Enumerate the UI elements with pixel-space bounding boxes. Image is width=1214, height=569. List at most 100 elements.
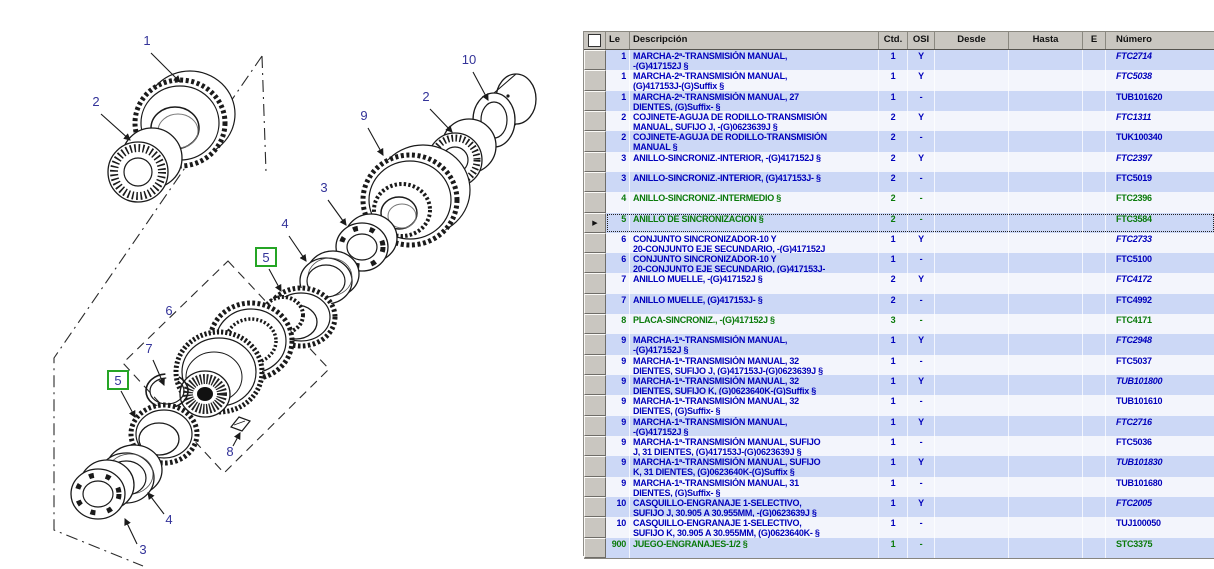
table-row[interactable]: 6 CONJUNTO SINCRONIZADOR-10 Y20-CONJUNTO… bbox=[584, 253, 1214, 273]
table-row[interactable]: 3 ANILLO-SINCRONIZ.-INTERIOR, (G)417153J… bbox=[584, 172, 1214, 192]
table-row[interactable]: 8 PLACA-SINCRONIZ., -(G)417152J § 3 - FT… bbox=[584, 314, 1214, 334]
table-row[interactable]: 9 MARCHA-1ª-TRANSMISIÓN MANUAL, 32DIENTE… bbox=[584, 395, 1214, 415]
table-row[interactable]: 9 MARCHA-1ª-TRANSMISIÓN MANUAL, 32DIENTE… bbox=[584, 375, 1214, 395]
cell-desde bbox=[935, 436, 1009, 456]
cell-hasta bbox=[1009, 233, 1083, 253]
table-row[interactable]: 9 MARCHA-1ª-TRANSMISIÓN MANUAL, 32DIENTE… bbox=[584, 355, 1214, 375]
callout-5[interactable]: 5 bbox=[256, 248, 281, 291]
record-selector[interactable] bbox=[584, 436, 606, 456]
header-desde[interactable]: Desde bbox=[935, 32, 1009, 49]
table-row[interactable]: 1 MARCHA-2ª-TRANSMISIÓN MANUAL, 27DIENTE… bbox=[584, 91, 1214, 111]
cell-ctd: 2 bbox=[879, 172, 908, 192]
cell-descripcion: CONJUNTO SINCRONIZADOR-10 Y20-CONJUNTO E… bbox=[630, 233, 879, 253]
record-selector[interactable] bbox=[584, 456, 606, 476]
table-row[interactable]: 9 MARCHA-1ª-TRANSMISIÓN MANUAL, SUFIJOK,… bbox=[584, 456, 1214, 476]
table-row[interactable]: 9 MARCHA-1ª-TRANSMISIÓN MANUAL,-(G)41715… bbox=[584, 334, 1214, 354]
callout-4[interactable]: 4 bbox=[281, 216, 306, 261]
cell-descripcion: MARCHA-2ª-TRANSMISIÓN MANUAL,(G)417153J-… bbox=[630, 70, 879, 90]
record-selector[interactable] bbox=[584, 416, 606, 436]
callout-3[interactable]: 3 bbox=[125, 519, 147, 557]
cell-osi: - bbox=[908, 477, 935, 497]
table-row[interactable]: 9 MARCHA-1ª-TRANSMISIÓN MANUAL, SUFIJOJ,… bbox=[584, 436, 1214, 456]
record-selector[interactable] bbox=[584, 497, 606, 517]
callout-leader-line bbox=[125, 519, 137, 544]
record-selector[interactable] bbox=[584, 334, 606, 354]
record-selector[interactable] bbox=[584, 375, 606, 395]
cell-desde bbox=[935, 152, 1009, 172]
header-le[interactable]: Le bbox=[606, 32, 630, 49]
cell-desde bbox=[935, 477, 1009, 497]
callout-8[interactable]: 8 bbox=[226, 433, 240, 459]
record-selector[interactable] bbox=[584, 314, 606, 334]
cell-le: 9 bbox=[606, 355, 630, 375]
header-e[interactable]: E bbox=[1083, 32, 1106, 49]
cell-e bbox=[1083, 355, 1106, 375]
cell-numero: TUB101610 bbox=[1106, 395, 1214, 415]
cell-descripcion: ANILLO-SINCRONIZ.-INTERIOR, -(G)417152J … bbox=[630, 152, 879, 172]
record-selector[interactable] bbox=[584, 294, 606, 314]
record-selector[interactable] bbox=[584, 395, 606, 415]
cell-e bbox=[1083, 416, 1106, 436]
header-descripcion[interactable]: Descripción bbox=[630, 32, 879, 49]
table-row[interactable]: 900 JUEGO-ENGRANAJES-1/2 § 1 - STC3375 bbox=[584, 538, 1214, 558]
table-row[interactable]: 9 MARCHA-1ª-TRANSMISIÓN MANUAL,-(G)41715… bbox=[584, 416, 1214, 436]
record-selector[interactable] bbox=[584, 172, 606, 192]
header-numero[interactable]: Número bbox=[1106, 32, 1214, 49]
cell-e bbox=[1083, 538, 1106, 558]
table-row[interactable]: 2 COJINETE-AGUJA DE RODILLO-TRANSMISIÓNM… bbox=[584, 111, 1214, 131]
cell-hasta bbox=[1009, 395, 1083, 415]
callout-4[interactable]: 4 bbox=[148, 493, 173, 527]
record-selector[interactable] bbox=[584, 538, 606, 558]
record-selector[interactable] bbox=[584, 477, 606, 497]
table-row[interactable]: 9 MARCHA-1ª-TRANSMISIÓN MANUAL, 31DIENTE… bbox=[584, 477, 1214, 497]
record-selector[interactable]: ▶ bbox=[584, 213, 606, 233]
table-row[interactable]: 7 ANILLO MUELLE, (G)417153J- § 2 - FTC49… bbox=[584, 294, 1214, 314]
callout-7[interactable]: 7 bbox=[145, 341, 164, 385]
record-selector[interactable] bbox=[584, 131, 606, 151]
cell-le: 5 bbox=[606, 213, 630, 233]
callout-2[interactable]: 2 bbox=[92, 94, 130, 140]
callout-2[interactable]: 2 bbox=[422, 89, 452, 132]
table-row[interactable]: 1 MARCHA-2ª-TRANSMISIÓN MANUAL,(G)417153… bbox=[584, 70, 1214, 90]
synchro-ring-3b-drawing bbox=[71, 460, 134, 519]
table-row[interactable]: 10 CASQUILLO-ENGRANAJE 1-SELECTIVO,SUFIJ… bbox=[584, 517, 1214, 537]
table-row[interactable]: 7 ANILLO MUELLE, -(G)417152J § 2 Y FTC41… bbox=[584, 273, 1214, 293]
record-selector[interactable] bbox=[584, 253, 606, 273]
header-hasta[interactable]: Hasta bbox=[1009, 32, 1083, 49]
cell-ctd: 2 bbox=[879, 111, 908, 131]
table-row[interactable]: 1 MARCHA-2ª-TRANSMISIÓN MANUAL,-(G)41715… bbox=[584, 50, 1214, 70]
callout-9[interactable]: 9 bbox=[360, 108, 383, 155]
table-row[interactable]: 2 COJINETE-AGUJA DE RODILLO-TRANSMISIÓNM… bbox=[584, 131, 1214, 151]
cell-le: 7 bbox=[606, 273, 630, 293]
callout-6[interactable]: 6 bbox=[165, 303, 172, 318]
record-selector[interactable] bbox=[584, 70, 606, 90]
cell-ctd: 1 bbox=[879, 477, 908, 497]
callout-5[interactable]: 5 bbox=[108, 371, 135, 417]
header-ctd[interactable]: Ctd. bbox=[879, 32, 908, 49]
select-all-checkbox[interactable] bbox=[588, 34, 601, 47]
record-selector[interactable] bbox=[584, 233, 606, 253]
cell-desde bbox=[935, 91, 1009, 111]
callout-3[interactable]: 3 bbox=[320, 180, 346, 225]
table-row[interactable]: 6 CONJUNTO SINCRONIZADOR-10 Y20-CONJUNTO… bbox=[584, 233, 1214, 253]
record-selector[interactable] bbox=[584, 111, 606, 131]
header-osi[interactable]: OSI bbox=[908, 32, 935, 49]
record-selector[interactable] bbox=[584, 91, 606, 111]
cell-ctd: 2 bbox=[879, 294, 908, 314]
table-row[interactable]: 3 ANILLO-SINCRONIZ.-INTERIOR, -(G)417152… bbox=[584, 152, 1214, 172]
table-row[interactable]: ▶ 5 ANILLO DE SINCRONIZACIÓN § 2 - FTC35… bbox=[584, 213, 1214, 233]
table-row[interactable]: 4 ANILLO-SINCRONIZ.-INTERMEDIO § 2 - FTC… bbox=[584, 192, 1214, 212]
cell-hasta bbox=[1009, 152, 1083, 172]
record-selector[interactable] bbox=[584, 50, 606, 70]
table-row[interactable]: 10 CASQUILLO-ENGRANAJE 1-SELECTIVO,SUFIJ… bbox=[584, 497, 1214, 517]
record-selector[interactable] bbox=[584, 273, 606, 293]
record-selector[interactable] bbox=[584, 355, 606, 375]
record-selector[interactable] bbox=[584, 517, 606, 537]
callout-10[interactable]: 10 bbox=[462, 52, 488, 100]
cell-e bbox=[1083, 91, 1106, 111]
record-selector[interactable] bbox=[584, 192, 606, 212]
select-all-cell[interactable] bbox=[584, 32, 606, 49]
callout-leader-line bbox=[289, 236, 306, 261]
record-selector[interactable] bbox=[584, 152, 606, 172]
cell-numero: FTC2948 bbox=[1106, 334, 1214, 354]
